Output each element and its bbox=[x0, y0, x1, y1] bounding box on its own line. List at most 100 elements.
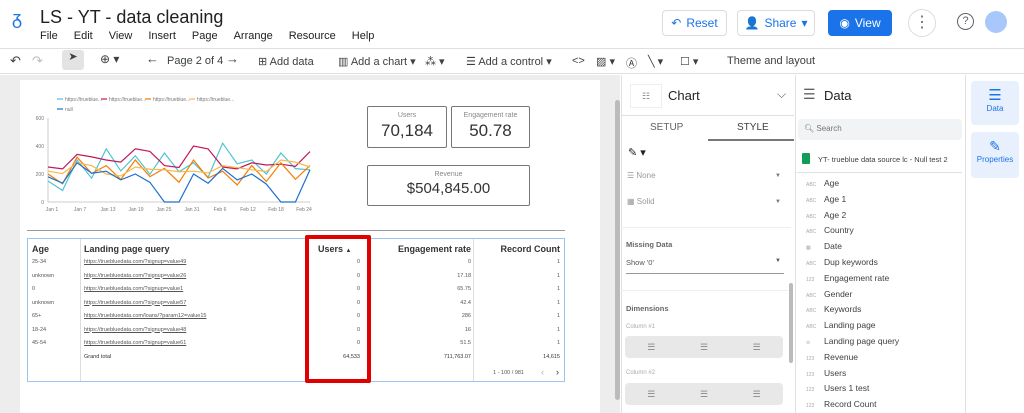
shape-icon[interactable]: ☐ ▾ bbox=[680, 55, 698, 68]
divider bbox=[797, 172, 962, 173]
add-chart-button[interactable]: ▥ Add a chart ▾ bbox=[338, 55, 416, 68]
previous-page-icon[interactable]: ← bbox=[146, 51, 159, 66]
field-item[interactable]: ABC Age 1 bbox=[806, 194, 846, 204]
chevron-down-icon[interactable]: ▾ bbox=[801, 16, 807, 30]
table-row[interactable]: 25-34 https://truebluedata.com/?signup=v… bbox=[28, 259, 564, 271]
text-icon[interactable]: Ⓐ bbox=[626, 55, 637, 71]
add-data-button[interactable]: ⊞ Add data bbox=[258, 55, 314, 68]
theme-and-layout-button[interactable]: Theme and layout bbox=[727, 55, 815, 67]
align-left-icon[interactable]: ☰ bbox=[647, 389, 655, 400]
field-item[interactable]: 123 Engagement rate bbox=[806, 273, 889, 283]
border-style-select[interactable]: ☰ None bbox=[627, 171, 656, 180]
header-record-count[interactable]: Record Count bbox=[501, 244, 561, 254]
undo-icon[interactable]: ↶ bbox=[10, 53, 21, 69]
data-source-name[interactable]: YT- trueblue data source lc - Null test … bbox=[818, 155, 948, 164]
legend-label[interactable]: null bbox=[65, 107, 73, 113]
cell-landing-page-link[interactable]: https://truebluedata.com/loans/?param12=… bbox=[84, 313, 206, 319]
align-center-icon[interactable]: ☰ bbox=[700, 389, 708, 400]
time-series-chart[interactable]: 0 200 400 600 Jan 1 Jan 7 Jan 13 Jan 19 Jan 25 Ja… bbox=[20, 90, 320, 220]
scorecard-revenue[interactable]: Revenue $504,845.00 bbox=[367, 165, 530, 206]
field-item[interactable]: 123 Record Count bbox=[806, 399, 876, 409]
field-item[interactable]: 123 Revenue bbox=[806, 352, 858, 362]
menu-edit[interactable]: Edit bbox=[74, 30, 93, 42]
scorecard-engagement-rate[interactable]: Engagement rate 50.78 bbox=[451, 106, 530, 148]
field-search-input[interactable]: 🔍︎ Search bbox=[798, 119, 962, 140]
cell-landing-page-link[interactable]: https://truebluedata.com/?signup=value49 bbox=[84, 259, 186, 265]
missing-data-select[interactable]: Show '0' ▼ bbox=[626, 258, 784, 274]
panel-scrollbar[interactable] bbox=[789, 283, 793, 363]
zoom-icon[interactable]: ⊕ ▾ bbox=[100, 52, 119, 66]
legend-label[interactable]: https://trueblue... bbox=[197, 97, 234, 103]
field-item[interactable]: ABC Landing page bbox=[806, 320, 876, 330]
image-icon[interactable]: ▨ ▾ bbox=[596, 55, 615, 68]
cell-landing-page-link[interactable]: https://truebluedata.com/?signup=value57 bbox=[84, 300, 186, 306]
cell-landing-page-link[interactable]: https://truebluedata.com/?signup=value1 bbox=[84, 286, 183, 292]
align-left-icon[interactable]: ☰ bbox=[647, 342, 655, 353]
field-item[interactable]: 123 Users bbox=[806, 368, 846, 378]
reset-button[interactable]: ↶ Reset bbox=[662, 10, 727, 36]
community-viz-icon[interactable]: ⁂ ▾ bbox=[425, 55, 445, 68]
menu-page[interactable]: Page bbox=[192, 30, 218, 42]
menu-view[interactable]: View bbox=[109, 30, 133, 42]
column-1-alignment[interactable]: ☰ ☰ ☰ bbox=[625, 336, 783, 358]
field-item[interactable]: ABC Keywords bbox=[806, 304, 861, 314]
rail-data-button[interactable]: ☰ Data bbox=[971, 81, 1019, 125]
field-item[interactable]: ABC Age bbox=[806, 178, 839, 188]
header-age[interactable]: Age bbox=[32, 244, 49, 254]
align-right-icon[interactable]: ☰ bbox=[753, 342, 761, 353]
line-icon[interactable]: ╲ ▾ bbox=[648, 55, 663, 68]
menu-resource[interactable]: Resource bbox=[289, 30, 336, 42]
field-item[interactable]: 123 Users 1 test bbox=[806, 383, 869, 393]
align-center-icon[interactable]: ☰ bbox=[700, 342, 708, 353]
table-row[interactable]: 0 https://truebluedata.com/?signup=value… bbox=[28, 286, 564, 298]
chart-panel-title: Chart bbox=[668, 88, 700, 103]
cell-landing-page-link[interactable]: https://truebluedata.com/?signup=value26 bbox=[84, 273, 186, 279]
report-title[interactable]: LS - YT - data cleaning bbox=[40, 7, 223, 28]
code-icon[interactable]: <> bbox=[572, 55, 585, 67]
add-control-button[interactable]: ☰ Add a control ▾ bbox=[466, 55, 552, 68]
pencil-icon[interactable]: ✎ ▾ bbox=[628, 146, 646, 159]
tab-setup[interactable]: SETUP bbox=[650, 122, 683, 133]
menu-help[interactable]: Help bbox=[352, 30, 375, 42]
field-item[interactable]: ⊖ Landing page query bbox=[806, 336, 899, 346]
header-landing-page-query[interactable]: Landing page query bbox=[84, 244, 170, 254]
field-item[interactable]: ABC Gender bbox=[806, 289, 852, 299]
redo-icon[interactable]: ↷ bbox=[32, 53, 43, 69]
menu-arrange[interactable]: Arrange bbox=[234, 30, 273, 42]
field-item[interactable]: ABC Country bbox=[806, 225, 854, 235]
rail-properties-button[interactable]: ✎ Properties bbox=[971, 132, 1019, 178]
line-style-select[interactable]: ▦ Solid bbox=[627, 197, 655, 206]
field-item[interactable]: ABC Age 2 bbox=[806, 210, 846, 220]
table-row[interactable]: 65+ https://truebluedata.com/loans/?para… bbox=[28, 313, 564, 325]
canvas-scrollbar[interactable] bbox=[615, 100, 620, 400]
column-2-alignment[interactable]: ☰ ☰ ☰ bbox=[625, 383, 783, 405]
next-page-icon[interactable]: → bbox=[226, 51, 239, 66]
table-row[interactable]: unknown https://truebluedata.com/?signup… bbox=[28, 300, 564, 312]
table-row[interactable]: unknown https://truebluedata.com/?signup… bbox=[28, 273, 564, 285]
field-item[interactable]: ▦ Date bbox=[806, 241, 842, 251]
align-right-icon[interactable]: ☰ bbox=[753, 389, 761, 400]
menu-file[interactable]: File bbox=[40, 30, 58, 42]
cell-landing-page-link[interactable]: https://truebluedata.com/?signup=value61 bbox=[84, 340, 186, 346]
share-button[interactable]: 👤 Share ▾ bbox=[737, 10, 815, 36]
legend-label[interactable]: https://trueblue... bbox=[109, 97, 146, 103]
cell-landing-page-link[interactable]: https://truebluedata.com/?signup=value48 bbox=[84, 327, 186, 333]
header-engagement-rate[interactable]: Engagement rate bbox=[398, 244, 471, 254]
prev-page-icon[interactable]: ‹ bbox=[541, 367, 544, 377]
view-button[interactable]: ◉ View bbox=[828, 10, 892, 36]
legend-label[interactable]: https://trueblue... bbox=[65, 97, 102, 103]
next-page-icon[interactable]: › bbox=[556, 367, 559, 377]
scorecard-users[interactable]: Users 70,184 bbox=[367, 106, 447, 148]
help-icon[interactable]: ? bbox=[957, 13, 974, 30]
tab-style[interactable]: STYLE bbox=[737, 122, 769, 133]
select-tool-icon[interactable]: ➤ bbox=[62, 50, 84, 70]
avatar[interactable] bbox=[985, 11, 1007, 33]
data-table[interactable]: Age Landing page query Users ▲ Engagemen… bbox=[27, 238, 565, 382]
table-row[interactable]: 45-54 https://truebluedata.com/?signup=v… bbox=[28, 340, 564, 352]
more-options-icon[interactable]: ⋮ bbox=[908, 9, 936, 37]
chevron-down-icon[interactable]: ⌵ bbox=[777, 87, 786, 102]
menu-insert[interactable]: Insert bbox=[148, 30, 176, 42]
field-item[interactable]: ABC Dup keywords bbox=[806, 257, 878, 267]
table-row[interactable]: 18-24 https://truebluedata.com/?signup=v… bbox=[28, 327, 564, 339]
legend-label[interactable]: https://trueblue... bbox=[153, 97, 190, 103]
